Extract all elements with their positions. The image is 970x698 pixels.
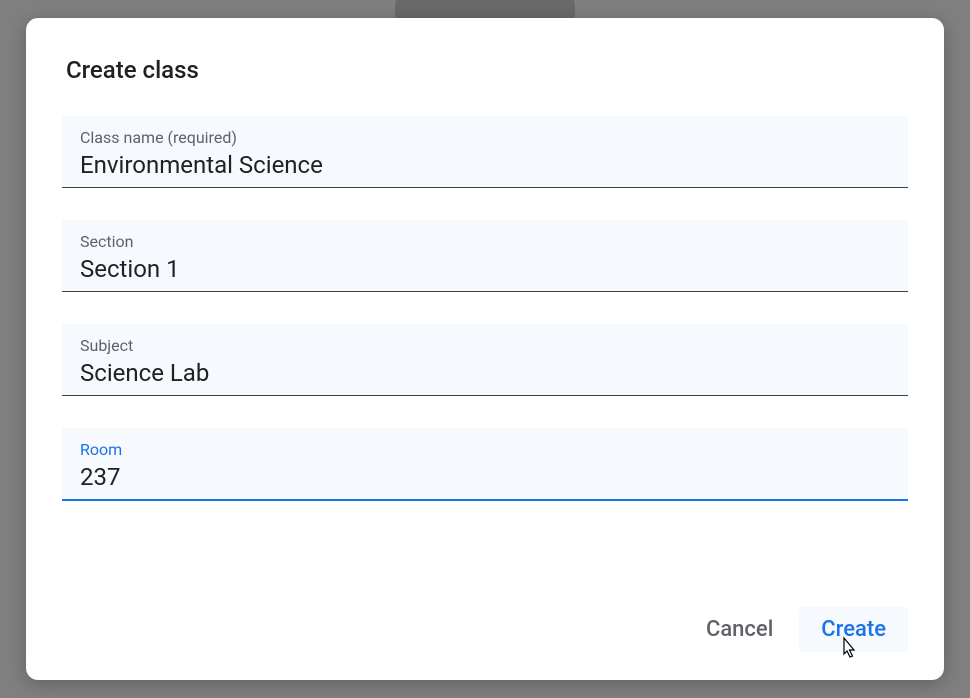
subject-label: Subject (80, 336, 890, 355)
section-label: Section (80, 232, 890, 251)
class-name-label: Class name (required) (80, 128, 890, 147)
cancel-button[interactable]: Cancel (684, 607, 795, 652)
section-field[interactable]: Section (62, 220, 908, 292)
room-field[interactable]: Room (62, 428, 908, 501)
dialog-title: Create class (66, 56, 908, 84)
room-label: Room (80, 440, 890, 459)
subject-input[interactable] (80, 359, 890, 387)
section-input[interactable] (80, 255, 890, 283)
create-button[interactable]: Create (799, 607, 908, 652)
create-class-dialog: Create class Class name (required) Secti… (26, 18, 944, 680)
class-name-field[interactable]: Class name (required) (62, 116, 908, 188)
class-name-input[interactable] (80, 151, 890, 179)
subject-field[interactable]: Subject (62, 324, 908, 396)
dialog-actions: Cancel Create (62, 587, 908, 652)
room-input[interactable] (80, 463, 890, 491)
form-fields: Class name (required) Section Subject Ro… (62, 116, 908, 501)
